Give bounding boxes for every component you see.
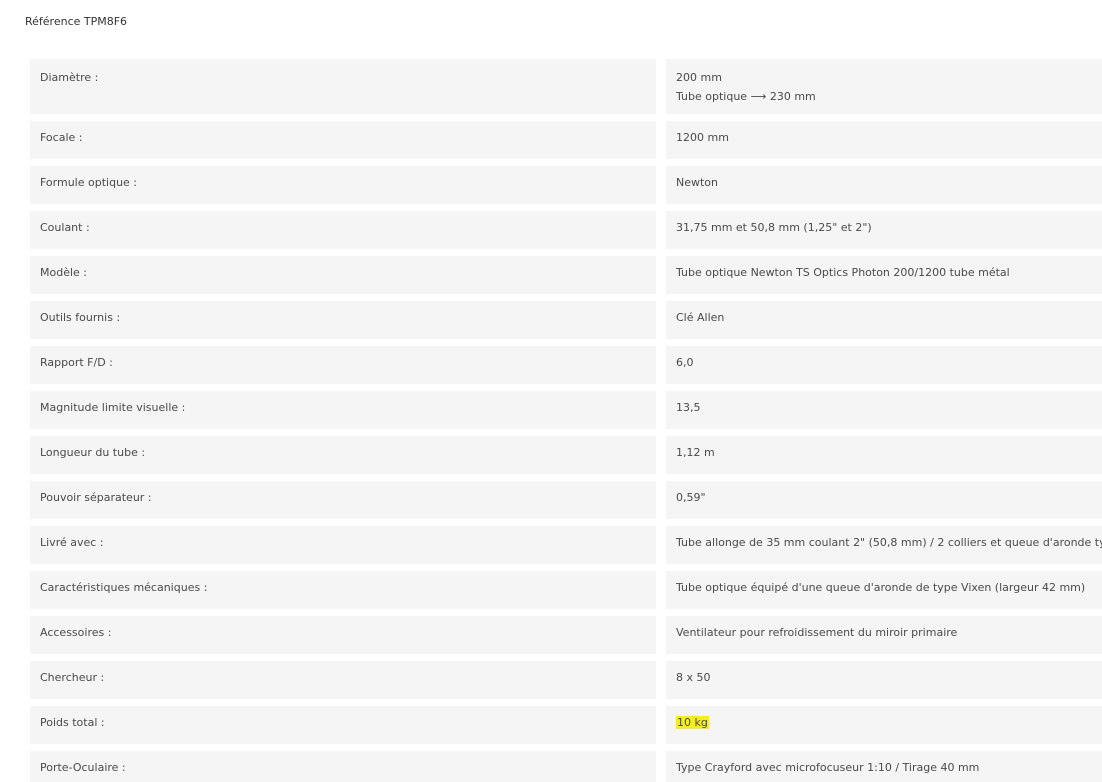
spec-label: Porte-Oculaire : <box>30 751 656 782</box>
spec-label: Focale : <box>30 121 656 159</box>
spec-row-accessoires: Accessoires : Ventilateur pour refroidis… <box>0 616 1102 654</box>
spec-value: 31,75 mm et 50,8 mm (1,25" et 2") <box>666 211 1102 249</box>
spec-label: Diamètre : <box>30 59 656 114</box>
spec-value: 1,12 m <box>666 436 1102 474</box>
spec-row-diametre: Diamètre : 200 mm Tube optique ⟶ 230 mm <box>0 59 1102 114</box>
spec-label: Longueur du tube : <box>30 436 656 474</box>
spec-label: Accessoires : <box>30 616 656 654</box>
spec-row-rapport-fd: Rapport F/D : 6,0 <box>0 346 1102 384</box>
spec-row-modele: Modèle : Tube optique Newton TS Optics P… <box>0 256 1102 294</box>
spec-row-formule-optique: Formule optique : Newton <box>0 166 1102 204</box>
spec-row-coulant: Coulant : 31,75 mm et 50,8 mm (1,25" et … <box>0 211 1102 249</box>
spec-label: Coulant : <box>30 211 656 249</box>
spec-label: Chercheur : <box>30 661 656 699</box>
spec-label: Caractéristiques mécaniques : <box>30 571 656 609</box>
highlighted-weight: 10 kg <box>676 716 709 729</box>
spec-value-line: Tube optique ⟶ 230 mm <box>676 90 816 103</box>
spec-row-magnitude: Magnitude limite visuelle : 13,5 <box>0 391 1102 429</box>
spec-value: Tube optique équipé d'une queue d'aronde… <box>666 571 1102 609</box>
spec-value: Ventilateur pour refroidissement du miro… <box>666 616 1102 654</box>
spec-row-porte-oculaire: Porte-Oculaire : Type Crayford avec micr… <box>0 751 1102 782</box>
spec-label: Modèle : <box>30 256 656 294</box>
spec-label: Pouvoir séparateur : <box>30 481 656 519</box>
spec-value: Tube optique Newton TS Optics Photon 200… <box>666 256 1102 294</box>
specs-table: Diamètre : 200 mm Tube optique ⟶ 230 mm … <box>0 0 1102 782</box>
spec-value: 6,0 <box>666 346 1102 384</box>
spec-value: 0,59" <box>666 481 1102 519</box>
spec-label: Formule optique : <box>30 166 656 204</box>
spec-row-focale: Focale : 1200 mm <box>0 121 1102 159</box>
spec-row-poids-total: Poids total : 10 kg <box>0 706 1102 744</box>
spec-value: 8 x 50 <box>666 661 1102 699</box>
spec-label: Livré avec : <box>30 526 656 564</box>
spec-value: 1200 mm <box>666 121 1102 159</box>
spec-label: Rapport F/D : <box>30 346 656 384</box>
spec-value: 13,5 <box>666 391 1102 429</box>
spec-value: 200 mm Tube optique ⟶ 230 mm <box>666 59 1102 114</box>
spec-value: 10 kg <box>666 706 1102 744</box>
spec-row-livre-avec: Livré avec : Tube allonge de 35 mm coula… <box>0 526 1102 564</box>
spec-value-line: 200 mm <box>676 71 722 84</box>
spec-row-pouvoir-separateur: Pouvoir séparateur : 0,59" <box>0 481 1102 519</box>
product-page: Référence TPM8F6 Diamètre : 200 mm Tube … <box>0 0 1102 782</box>
spec-label: Outils fournis : <box>30 301 656 339</box>
spec-row-longueur-tube: Longueur du tube : 1,12 m <box>0 436 1102 474</box>
spec-row-outils-fournis: Outils fournis : Clé Allen <box>0 301 1102 339</box>
spec-row-chercheur: Chercheur : 8 x 50 <box>0 661 1102 699</box>
spec-label: Poids total : <box>30 706 656 744</box>
spec-value: Newton <box>666 166 1102 204</box>
spec-row-caracteristiques: Caractéristiques mécaniques : Tube optiq… <box>0 571 1102 609</box>
spec-value: Clé Allen <box>666 301 1102 339</box>
spec-label: Magnitude limite visuelle : <box>30 391 656 429</box>
spec-value: Tube allonge de 35 mm coulant 2" (50,8 m… <box>666 526 1102 564</box>
spec-value: Type Crayford avec microfocuseur 1:10 / … <box>666 751 1102 782</box>
